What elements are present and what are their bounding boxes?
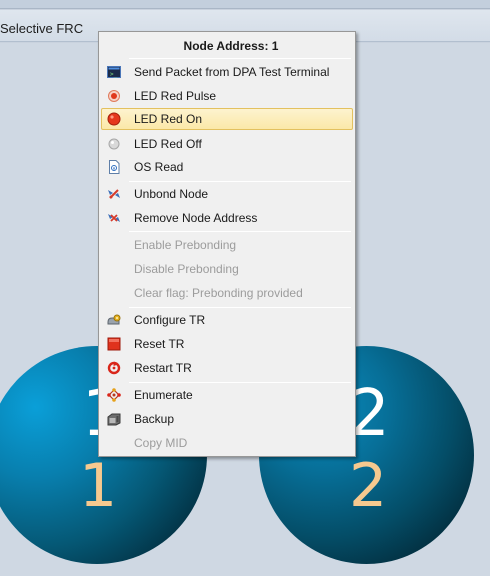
node-2-address-label: 2: [349, 451, 388, 521]
top-strip: [0, 0, 490, 9]
backup-icon: [107, 413, 121, 426]
menu-item-label: Disable Prebonding: [134, 262, 239, 276]
menu-item-copy-mid[interactable]: Copy MID: [101, 432, 353, 454]
menu-item-enumerate[interactable]: Enumerate: [101, 384, 353, 406]
menu-item-reset-tr[interactable]: Reset TR: [101, 333, 353, 355]
menu-item-label: LED Red Off: [134, 137, 202, 151]
menu-item-label: Configure TR: [134, 313, 206, 327]
enumerate-icon: [107, 388, 121, 402]
menu-item-label: Clear flag: Prebonding provided: [134, 286, 303, 300]
menu-item-send-packet[interactable]: >_ Send Packet from DPA Test Terminal: [101, 61, 353, 83]
led-pulse-icon: [108, 90, 120, 102]
menu-item-label: Copy MID: [134, 436, 188, 450]
menu-item-label: LED Red On: [134, 112, 203, 126]
svg-text:>_: >_: [110, 71, 118, 78]
menu-separator: [129, 58, 351, 59]
menu-item-led-red-pulse[interactable]: LED Red Pulse: [101, 85, 353, 107]
remove-address-icon: [108, 214, 120, 222]
reset-icon: [107, 337, 121, 351]
menu-item-label: Send Packet from DPA Test Terminal: [134, 65, 330, 79]
menu-item-clear-prebonding-flag[interactable]: Clear flag: Prebonding provided: [101, 282, 353, 304]
menu-item-led-red-off[interactable]: LED Red Off: [101, 133, 353, 155]
menu-item-disable-prebonding[interactable]: Disable Prebonding: [101, 258, 353, 280]
menu-item-restart-tr[interactable]: Restart TR: [101, 357, 353, 379]
menu-item-unbond-node[interactable]: Unbond Node: [101, 183, 353, 205]
menu-separator: [129, 382, 351, 383]
menu-item-backup[interactable]: Backup: [101, 408, 353, 430]
node-context-menu: Node Address: 1 >_ Send Packet from DPA …: [98, 31, 356, 457]
menu-header: Node Address: 1: [183, 39, 279, 53]
menu-item-os-read[interactable]: OS Read: [101, 156, 353, 178]
unbond-icon: [108, 189, 120, 199]
menu-separator: [129, 181, 351, 182]
menu-item-label: Backup: [134, 412, 175, 426]
menu-item-label: Enable Prebonding: [134, 238, 237, 252]
menu-separator: [129, 307, 351, 308]
configure-icon: [107, 314, 121, 325]
menu-item-remove-node-address[interactable]: Remove Node Address: [101, 207, 353, 229]
panel-title: Selective FRC: [0, 21, 84, 36]
led-off-icon: [108, 138, 120, 150]
menu-item-label: Enumerate: [134, 388, 193, 402]
terminal-icon: >_: [107, 66, 121, 78]
menu-item-label: LED Red Pulse: [134, 89, 217, 103]
menu-item-label: Unbond Node: [134, 187, 209, 201]
node-1-address-label: 1: [79, 451, 118, 521]
menu-separator: [129, 231, 351, 232]
menu-item-label: Remove Node Address: [134, 211, 258, 225]
restart-icon: [107, 361, 121, 375]
menu-item-label: OS Read: [134, 160, 184, 174]
led-red-on-icon: [107, 112, 121, 126]
menu-item-label: Reset TR: [134, 337, 185, 351]
menu-item-configure-tr[interactable]: Configure TR: [101, 309, 353, 331]
menu-item-led-red-on[interactable]: LED Red On: [101, 108, 353, 130]
os-read-icon: [109, 160, 120, 174]
menu-item-enable-prebonding[interactable]: Enable Prebonding: [101, 234, 353, 256]
menu-item-label: Restart TR: [134, 361, 192, 375]
